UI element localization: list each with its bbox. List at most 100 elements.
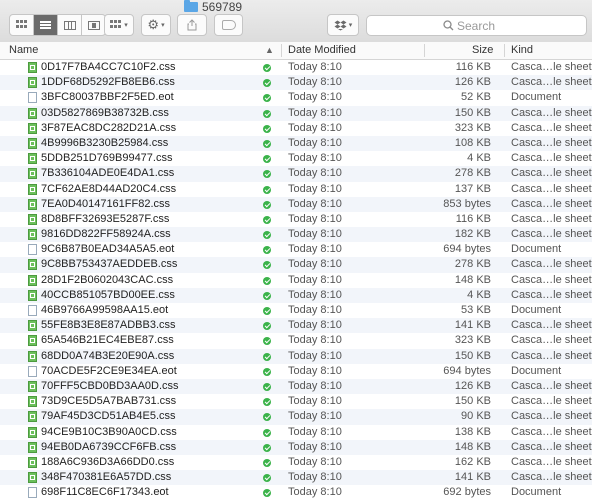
file-size: 52 KB xyxy=(461,91,491,104)
file-row[interactable]: 65A546B21EC4EBE87.css Today 8:10 323 KB Cas… xyxy=(0,333,592,348)
column-view-button[interactable] xyxy=(58,15,82,35)
tags-button[interactable] xyxy=(214,14,243,36)
sync-status-icon xyxy=(263,139,271,148)
search-input[interactable] xyxy=(457,19,577,33)
file-kind: Document xyxy=(511,364,562,377)
file-row[interactable]: 1DDF68D5292FB8EB6.css Today 8:10 126 KB Cas… xyxy=(0,75,592,91)
file-row[interactable]: 68DD0A74B3E20E90A.css Today 8:10 150 KB Cas… xyxy=(0,348,592,364)
sync-status-icon xyxy=(263,231,271,240)
column-header-kind[interactable]: Kind xyxy=(511,42,533,59)
column-header-size[interactable]: Size xyxy=(472,42,493,59)
css-file-icon xyxy=(28,320,37,332)
file-name: 70ACDE5F2CE9E34EA.eot xyxy=(41,364,177,377)
action-button[interactable]: ⚙ ▾ xyxy=(141,14,171,36)
file-row[interactable]: 70FFF5CBD0BD3AA0D.css Today 8:10 126 KB Cas… xyxy=(0,378,592,395)
css-file-icon xyxy=(28,350,37,362)
file-name: 3BFC80037BBF2F5ED.eot xyxy=(41,91,174,104)
file-row[interactable]: 7CF62AE8D44AD20C4.css Today 8:10 137 KB Cas… xyxy=(0,182,592,197)
file-name: 0D17F7BA4CC7C10F2.css xyxy=(41,61,176,73)
sync-status-icon xyxy=(263,155,271,164)
arrange-button[interactable]: ▾ xyxy=(104,14,134,36)
file-size: 853 bytes xyxy=(443,197,491,210)
file-date: Today 8:10 xyxy=(288,440,342,453)
list-view-button[interactable] xyxy=(34,15,58,35)
css-file-icon xyxy=(28,274,37,286)
file-row[interactable]: 9816DD822FF58924A.css Today 8:10 182 KB Cas… xyxy=(0,227,592,243)
search-field[interactable] xyxy=(366,15,587,36)
file-kind: Casca…le sheet xyxy=(511,136,592,149)
file-date: Today 8:10 xyxy=(288,349,342,362)
file-name: 7B336104ADE0E4DA1.css xyxy=(41,167,175,180)
file-row[interactable]: 7B336104ADE0E4DA1.css Today 8:10 278 KB Cas… xyxy=(0,166,592,182)
column-divider[interactable] xyxy=(424,44,425,57)
css-file-icon xyxy=(28,259,37,271)
column-header-name[interactable]: Name xyxy=(9,42,38,59)
sync-status-icon xyxy=(263,94,271,103)
sync-status-icon xyxy=(263,382,271,391)
file-name: 188A6C936D3A66DD0.css xyxy=(41,455,175,468)
column-divider[interactable] xyxy=(281,44,282,57)
file-kind: Casca…le sheet xyxy=(511,395,592,408)
column-view-icon xyxy=(63,20,76,30)
file-row[interactable]: 03D5827869B38732B.css Today 8:10 150 KB Cas… xyxy=(0,105,592,121)
file-row[interactable]: 94CE9B10C3B90A0CD.css Today 8:10 138 KB Cas… xyxy=(0,425,592,440)
file-row[interactable]: 55FE8B3E8E87ADBB3.css Today 8:10 141 KB Cas… xyxy=(0,318,592,334)
css-file-icon xyxy=(28,137,37,149)
file-row[interactable]: 94EB0DA6739CCF6FB.css Today 8:10 148 KB Cas… xyxy=(0,439,592,455)
file-row[interactable]: 5DDB251D769B99477.css Today 8:10 4 KB Casca… xyxy=(0,151,592,166)
window-title: 569789 xyxy=(184,0,242,14)
file-name: 94CE9B10C3B90A0CD.css xyxy=(41,425,177,438)
file-date: Today 8:10 xyxy=(288,319,342,332)
file-row[interactable]: 46B9766A99598AA15.eot Today 8:10 53 KB Docu… xyxy=(0,303,592,318)
file-row[interactable]: 3BFC80037BBF2F5ED.eot Today 8:10 52 KB Docu… xyxy=(0,90,592,105)
file-row[interactable]: 79AF45D3CD51AB4E5.css Today 8:10 90 KB Casc… xyxy=(0,409,592,425)
file-size: 323 KB xyxy=(454,121,491,134)
file-row[interactable]: 9C8BB753437AEDDEB.css Today 8:10 278 KB Cas… xyxy=(0,257,592,273)
sync-status-icon xyxy=(263,291,271,300)
column-divider[interactable] xyxy=(504,44,505,57)
file-row[interactable]: 70ACDE5F2CE9E34EA.eot Today 8:10 694 bytes… xyxy=(0,364,592,379)
file-row[interactable]: 188A6C936D3A66DD0.css Today 8:10 162 KB Cas… xyxy=(0,455,592,470)
file-row[interactable]: 3F87EAC8DC282D21A.css Today 8:10 323 KB Cas… xyxy=(0,121,592,136)
file-date: Today 8:10 xyxy=(288,136,342,149)
file-name: 5DDB251D769B99477.css xyxy=(41,152,173,165)
file-row[interactable]: 348F470381E6A57DD.css Today 8:10 141 KB Cas… xyxy=(0,470,592,486)
file-name: 40CCB851057BD00EE.css xyxy=(41,288,175,301)
file-name: 9C6B87B0EAD34A5A5.eot xyxy=(41,243,175,256)
sort-ascending-icon: ▲ xyxy=(265,45,274,55)
share-button[interactable] xyxy=(177,14,207,36)
file-row[interactable]: 0D17F7BA4CC7C10F2.css Today 8:10 116 KB Cas… xyxy=(0,60,592,75)
column-header-date[interactable]: Date Modified xyxy=(288,42,356,59)
file-size: 116 KB xyxy=(455,61,491,73)
file-name: 7CF62AE8D44AD20C4.css xyxy=(41,182,177,195)
file-size: 148 KB xyxy=(454,440,491,453)
dropbox-button[interactable]: ▾ xyxy=(327,14,359,36)
file-size: 141 KB xyxy=(454,319,491,332)
css-file-icon xyxy=(28,456,37,468)
cover-flow-button[interactable] xyxy=(82,15,105,35)
column-header-size-label: Size xyxy=(472,44,494,56)
file-row[interactable]: 698F11C8EC6F17343.eot Today 8:10 692 bytes… xyxy=(0,485,592,500)
file-kind: Casca…le sheet xyxy=(511,106,592,119)
file-kind: Casca…le sheet xyxy=(511,76,592,89)
css-file-icon xyxy=(28,289,37,301)
file-size: 126 KB xyxy=(454,379,491,392)
css-file-icon xyxy=(28,168,37,180)
file-row[interactable]: 8D8BFF32693E5287F.css Today 8:10 116 KB Cas… xyxy=(0,212,592,227)
file-date: Today 8:10 xyxy=(288,486,342,499)
file-row[interactable]: 73D9CE5D5A7BAB731.css Today 8:10 150 KB Cas… xyxy=(0,394,592,409)
file-kind: Casca…le sheet xyxy=(511,197,592,210)
file-row[interactable]: 40CCB851057BD00EE.css Today 8:10 4 KB Casca… xyxy=(0,287,592,303)
file-row[interactable]: 4B9996B3230B25984.css Today 8:10 108 KB Cas… xyxy=(0,135,592,152)
file-size: 108 KB xyxy=(454,136,491,149)
css-file-icon xyxy=(28,411,37,423)
icon-view-button[interactable] xyxy=(10,15,34,35)
sync-status-icon xyxy=(263,124,271,133)
css-file-icon xyxy=(28,335,37,347)
file-row[interactable]: 28D1F2B0602043CAC.css Today 8:10 148 KB Cas… xyxy=(0,273,592,288)
file-size: 141 KB xyxy=(454,471,491,484)
css-file-icon xyxy=(28,183,37,195)
sync-status-icon xyxy=(263,398,271,407)
file-row[interactable]: 7EA0D40147161FF82.css Today 8:10 853 bytes… xyxy=(0,196,592,212)
file-row[interactable]: 9C6B87B0EAD34A5A5.eot Today 8:10 694 bytes… xyxy=(0,242,592,257)
